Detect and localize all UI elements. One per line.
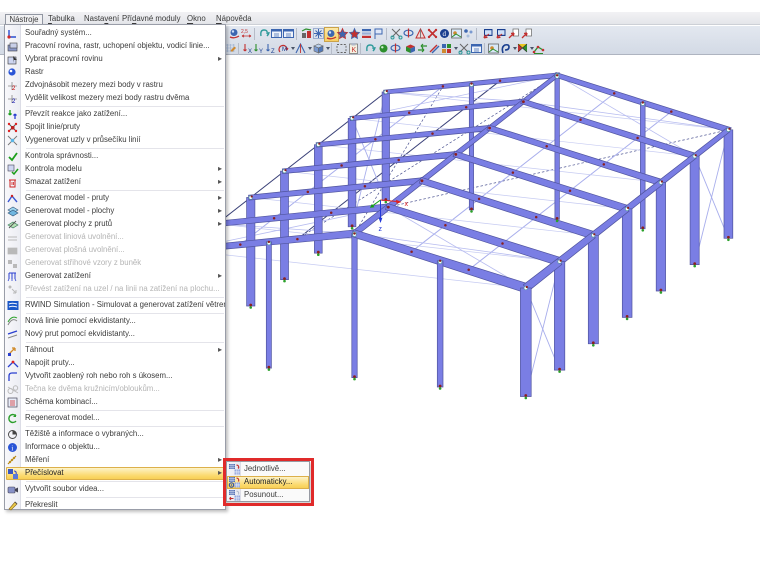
svg-text:x: x bbox=[405, 201, 409, 208]
svg-text:Z: Z bbox=[271, 49, 275, 55]
svg-text:Y: Y bbox=[259, 49, 263, 55]
svg-text:i: i bbox=[11, 444, 13, 453]
svg-text:2: 2 bbox=[12, 99, 16, 105]
svg-text:z: z bbox=[379, 226, 383, 233]
svg-text:X: X bbox=[248, 49, 252, 55]
svg-text:2,5: 2,5 bbox=[241, 29, 248, 35]
svg-text:M: M bbox=[282, 47, 287, 53]
svg-text:K: K bbox=[352, 47, 357, 54]
svg-text:d: d bbox=[443, 30, 447, 38]
